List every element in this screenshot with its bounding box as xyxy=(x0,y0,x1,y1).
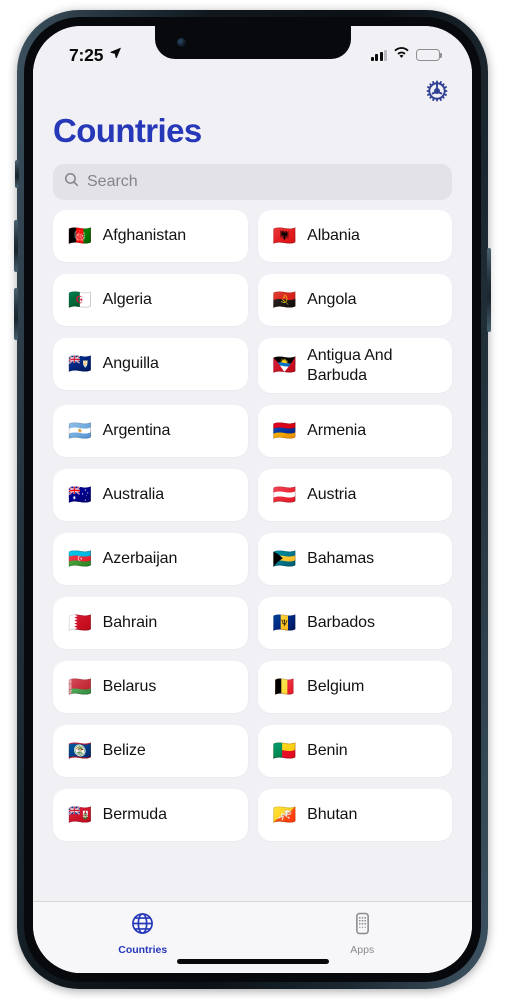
country-flag-icon: 🇧🇸 xyxy=(272,547,297,570)
gear-icon xyxy=(424,78,450,109)
country-name-label: Albania xyxy=(307,227,360,245)
country-name-label: Austria xyxy=(307,486,357,504)
home-indicator[interactable] xyxy=(176,959,329,964)
country-list-scroll[interactable]: 🇦🇫 Afghanistan 🇦🇱 Albania 🇩🇿 Algeria 🇦🇴 Angola 🇦… xyxy=(33,210,472,901)
phone-icon xyxy=(350,911,375,941)
country-name-label: Azerbaijan xyxy=(102,550,178,568)
country-name-label: Afghanistan xyxy=(102,227,187,245)
country-name-label: Angola xyxy=(307,291,357,309)
cellular-signal-icon xyxy=(370,49,387,61)
status-bar-left: 7:25 xyxy=(69,45,122,66)
country-card[interactable]: 🇧🇾 Belarus xyxy=(53,661,248,714)
tab-apps[interactable]: Apps xyxy=(253,902,473,965)
country-card[interactable]: 🇧🇲 Bermuda xyxy=(53,789,248,842)
country-flag-icon: 🇧🇹 xyxy=(272,803,297,826)
country-card[interactable]: 🇧🇭 Bahrain xyxy=(53,597,248,650)
country-name-label: Bahamas xyxy=(307,550,375,568)
globe-icon xyxy=(130,911,155,941)
country-flag-icon: 🇩🇿 xyxy=(68,288,92,311)
country-card[interactable]: 🇧🇸 Bahamas xyxy=(257,533,452,586)
country-card[interactable]: 🇦🇮 Anguilla xyxy=(53,338,248,390)
tab-countries[interactable]: Countries xyxy=(33,902,253,965)
phone-frame: Countries 🇦🇫 Afghanistan 🇦🇱 Albania xyxy=(14,10,491,989)
country-name-label: Australia xyxy=(102,486,165,504)
country-flag-icon: 🇦🇹 xyxy=(272,483,297,506)
country-name-label: Algeria xyxy=(102,291,152,309)
country-flag-icon: 🇧🇭 xyxy=(68,611,92,634)
power-button[interactable] xyxy=(487,248,491,332)
phone-bezel: Countries 🇦🇫 Afghanistan 🇦🇱 Albania xyxy=(24,17,481,982)
country-card[interactable]: 🇧🇿 Belize xyxy=(53,725,248,778)
country-flag-icon: 🇧🇪 xyxy=(272,675,297,698)
country-flag-icon: 🇧🇯 xyxy=(272,739,297,762)
page-title: Countries xyxy=(53,112,202,149)
country-flag-icon: 🇦🇬 xyxy=(272,354,297,377)
country-card[interactable]: 🇧🇧 Barbados xyxy=(257,597,452,650)
country-name-label: Belize xyxy=(102,742,146,760)
settings-button[interactable] xyxy=(422,78,452,108)
country-flag-icon: 🇦🇺 xyxy=(68,483,92,506)
country-flag-icon: 🇦🇲 xyxy=(272,419,297,442)
location-arrow-icon xyxy=(109,46,122,64)
country-flag-icon: 🇦🇿 xyxy=(68,547,92,570)
country-card[interactable]: 🇦🇿 Azerbaijan xyxy=(53,533,248,586)
country-flag-icon: 🇧🇿 xyxy=(68,739,92,762)
search-input[interactable] xyxy=(87,173,442,191)
country-flag-icon: 🇦🇮 xyxy=(68,352,92,375)
search-icon xyxy=(63,171,80,193)
battery-icon xyxy=(416,49,443,61)
country-grid: 🇦🇫 Afghanistan 🇦🇱 Albania 🇩🇿 Algeria 🇦🇴 Angola 🇦… xyxy=(53,210,452,842)
notch xyxy=(154,26,351,59)
country-card[interactable]: 🇦🇴 Angola xyxy=(257,274,452,326)
country-flag-icon: 🇦🇴 xyxy=(272,288,297,311)
country-name-label: Argentina xyxy=(102,422,171,440)
country-card[interactable]: 🇦🇹 Austria xyxy=(257,469,452,522)
country-name-label: Bahrain xyxy=(102,614,158,632)
tab-apps-label: Apps xyxy=(350,944,375,956)
country-card[interactable]: 🇧🇯 Benin xyxy=(257,725,452,778)
country-flag-icon: 🇦🇫 xyxy=(68,224,92,247)
country-flag-icon: 🇦🇷 xyxy=(68,419,92,442)
tab-countries-label: Countries xyxy=(118,944,168,956)
country-flag-icon: 🇧🇧 xyxy=(272,611,297,634)
search-bar[interactable] xyxy=(53,164,452,200)
status-time: 7:25 xyxy=(69,44,104,65)
country-card[interactable]: 🇦🇲 Armenia xyxy=(257,405,452,458)
country-card[interactable]: 🇦🇺 Australia xyxy=(53,469,248,522)
country-flag-icon: 🇧🇲 xyxy=(68,803,92,826)
wifi-icon xyxy=(393,46,410,64)
phone-screen: Countries 🇦🇫 Afghanistan 🇦🇱 Albania xyxy=(33,26,472,973)
country-flag-icon: 🇦🇱 xyxy=(272,224,297,247)
silent-switch-button[interactable] xyxy=(15,160,19,188)
country-name-label: Bhutan xyxy=(307,806,358,824)
country-name-label: Benin xyxy=(307,742,348,760)
countries-app: Countries 🇦🇫 Afghanistan 🇦🇱 Albania xyxy=(33,26,472,973)
volume-down-button[interactable] xyxy=(14,288,18,340)
country-name-label: Belgium xyxy=(307,678,365,696)
country-name-label: Barbados xyxy=(307,614,375,632)
country-name-label: Anguilla xyxy=(102,355,159,373)
country-card[interactable]: 🇩🇿 Algeria xyxy=(53,274,248,326)
front-camera-icon xyxy=(176,38,186,47)
country-name-label: Bermuda xyxy=(102,806,167,824)
country-card[interactable]: 🇦🇷 Argentina xyxy=(53,405,248,458)
country-card[interactable]: 🇧🇹 Bhutan xyxy=(257,789,452,842)
status-bar-right xyxy=(370,46,443,64)
country-name-label: Antigua And Barbuda xyxy=(307,347,393,384)
country-card[interactable]: 🇦🇱 Albania xyxy=(257,210,452,262)
country-name-label: Belarus xyxy=(102,678,157,696)
country-card[interactable]: 🇦🇬 Antigua And Barbuda xyxy=(257,338,452,394)
country-flag-icon: 🇧🇾 xyxy=(68,675,92,698)
volume-up-button[interactable] xyxy=(14,220,18,272)
country-card[interactable]: 🇦🇫 Afghanistan xyxy=(53,210,248,262)
country-name-label: Armenia xyxy=(307,422,367,440)
search-container xyxy=(33,150,472,200)
country-card[interactable]: 🇧🇪 Belgium xyxy=(257,661,452,714)
